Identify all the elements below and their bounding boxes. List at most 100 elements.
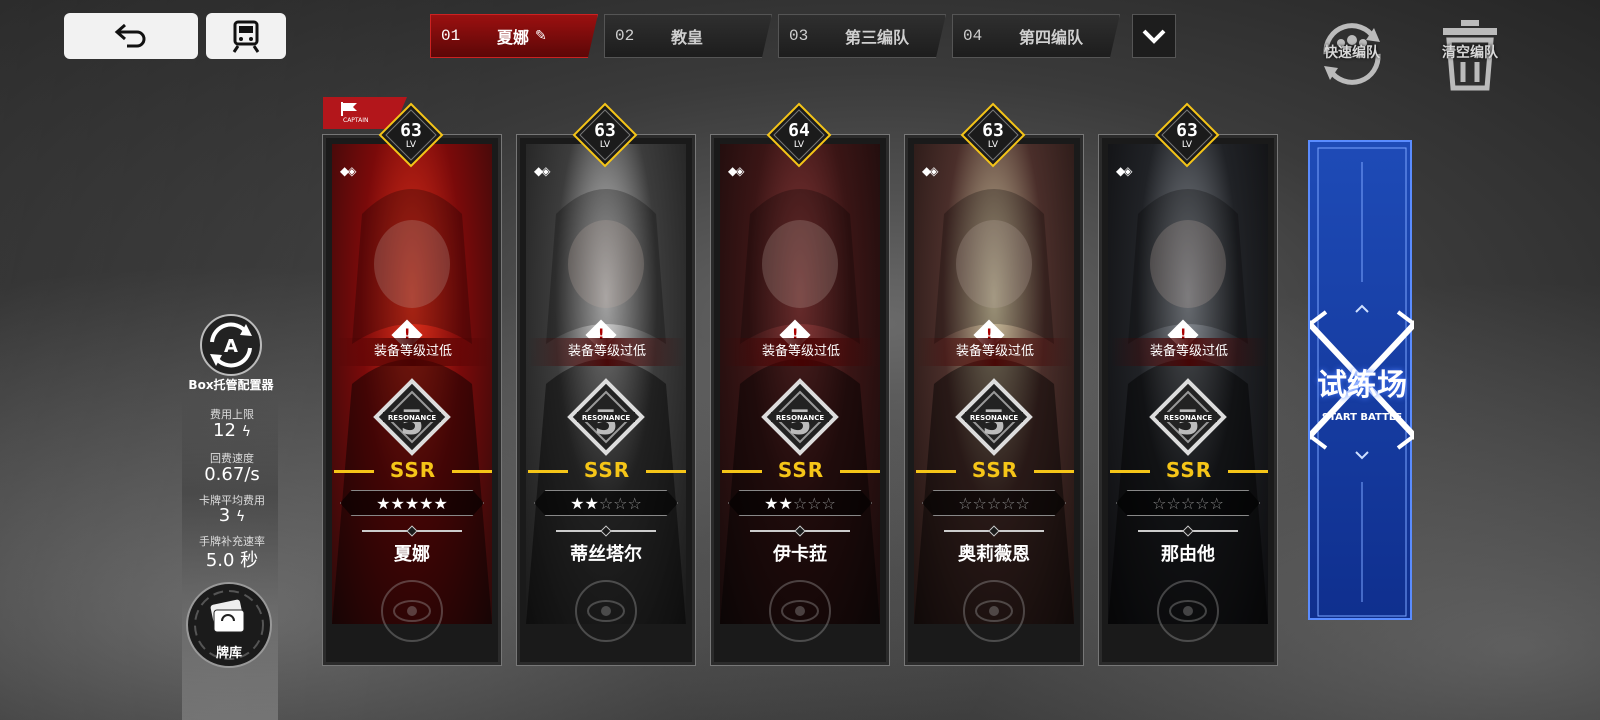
resonance-label: RESONANCE	[1164, 414, 1212, 422]
star-filled-icon: ★	[778, 493, 793, 513]
resonance-diamond-icon: 5 RESONANCE	[955, 378, 1033, 456]
star-filled-icon: ★	[584, 493, 599, 513]
rarity-line	[646, 470, 686, 473]
rarity-line	[722, 470, 762, 473]
start-battle-button[interactable]: 试练场 START BATTLE	[1308, 140, 1414, 620]
star-rating: ★ ★ ☆ ☆ ☆	[728, 490, 872, 516]
star-empty-icon: ☆	[1195, 493, 1210, 513]
element-dots-icon: ◆◈	[340, 164, 357, 178]
flag-icon	[341, 102, 357, 116]
star-filled-icon: ★	[764, 493, 779, 513]
level-value: 64	[788, 120, 810, 141]
box-config-label: Box托管配置器	[188, 378, 274, 392]
element-dots-icon: ◆◈	[534, 164, 551, 178]
character-card[interactable]: ◆◈ 63 LV ! 装备等级过低 5 RESONANCE	[322, 102, 502, 666]
star-filled-icon: ★	[376, 493, 391, 513]
level-value: 63	[982, 120, 1004, 141]
warning-banner: 装备等级过低	[528, 338, 686, 366]
resonance-badge: 5 RESONANCE	[1149, 378, 1227, 456]
rarity-label: SSR	[916, 458, 1074, 482]
deck-label: 牌库	[215, 646, 242, 661]
quick-team-label: 快速编队	[1324, 45, 1380, 61]
warning-text: 装备等级过低	[567, 344, 646, 359]
star-filled-icon: ★	[419, 493, 434, 513]
tab-team-01[interactable]: 01 夏娜 ✎	[430, 14, 598, 58]
character-name: 伊卡菈	[773, 544, 827, 565]
name-divider	[556, 530, 656, 532]
clear-team-button[interactable]: 清空编队	[1430, 14, 1510, 94]
rarity-text: SSR	[1165, 458, 1213, 482]
star-empty-icon: ☆	[972, 493, 987, 513]
level-badge: 64 LV	[766, 102, 832, 168]
level-unit: LV	[1181, 140, 1193, 150]
character-card[interactable]: ◆◈ 63 LV ! 装备等级过低 5 RESONANCE	[1098, 102, 1278, 666]
element-dots-icon: ◆◈	[728, 164, 745, 178]
resonance-label: RESONANCE	[776, 414, 824, 422]
level-unit: LV	[987, 140, 999, 150]
character-card[interactable]: ◆◈ 63 LV ! 装备等级过低 5 RESONANCE	[904, 102, 1084, 666]
refill-value: 5.0 秒	[205, 550, 259, 571]
name-divider	[944, 530, 1044, 532]
level-badge: 63 LV	[960, 102, 1026, 168]
box-config-button[interactable]: A	[192, 312, 270, 378]
regen-value: 0.67/s	[204, 464, 260, 485]
faction-emblem-icon	[963, 580, 1025, 642]
rarity-label: SSR	[722, 458, 880, 482]
rarity-text: SSR	[777, 458, 825, 482]
rarity-line	[840, 470, 880, 473]
resonance-label: RESONANCE	[970, 414, 1018, 422]
tab-team-03[interactable]: 03 第三编队	[778, 14, 946, 58]
pencil-icon[interactable]: ✎	[535, 28, 547, 44]
avg-cost-number: 3	[218, 505, 231, 526]
resonance-badge: 5 RESONANCE	[567, 378, 645, 456]
level-value: 63	[400, 120, 422, 141]
warning-text: 装备等级过低	[955, 344, 1034, 359]
battle-subtitle: START BATTLE	[1321, 412, 1403, 423]
element-dots-icon: ◆◈	[1116, 164, 1133, 178]
svg-text:5: 5	[594, 403, 618, 443]
element-dots-icon: ◆◈	[922, 164, 939, 178]
level-badge: 63 LV	[378, 102, 444, 168]
star-empty-icon: ☆	[1152, 493, 1167, 513]
resonance-badge: 5 RESONANCE	[761, 378, 839, 456]
character-card[interactable]: ◆◈ 64 LV ! 装备等级过低 5 RESONANCE SSR ★ ★ ☆ …	[710, 102, 890, 666]
faction-emblem-icon	[381, 580, 443, 642]
character-name: 那由他	[1161, 544, 1215, 565]
level-badge: 63 LV	[572, 102, 638, 168]
faction-emblem-icon	[1157, 580, 1219, 642]
lightning-icon: ϟ	[241, 424, 251, 440]
auto-cycle-icon: A	[200, 314, 262, 376]
resonance-badge: 5 RESONANCE	[373, 378, 451, 456]
star-empty-icon: ☆	[1015, 493, 1030, 513]
warning-banner: 装备等级过低	[334, 338, 492, 366]
tab-team-02[interactable]: 02 教皇	[604, 14, 772, 58]
captain-label: CAPTAIN	[343, 117, 369, 124]
rarity-line	[528, 470, 568, 473]
tab-name: 教皇	[671, 28, 704, 47]
tab-team-04[interactable]: 04 第四编队	[952, 14, 1120, 58]
star-filled-icon: ★	[433, 493, 448, 513]
resonance-diamond-icon: 5 RESONANCE	[567, 378, 645, 456]
rarity-label: SSR	[1110, 458, 1268, 482]
svg-text:5: 5	[982, 403, 1006, 443]
team-dropdown-button[interactable]	[1132, 14, 1176, 58]
svg-text:5: 5	[1176, 403, 1200, 443]
resonance-diamond-icon: 5 RESONANCE	[373, 378, 451, 456]
back-button[interactable]	[64, 13, 198, 59]
name-divider	[1138, 530, 1238, 532]
star-rating: ★ ★ ☆ ☆ ☆	[534, 490, 678, 516]
home-button[interactable]	[206, 13, 286, 59]
name-divider	[362, 530, 462, 532]
undo-arrow-icon	[114, 23, 146, 48]
star-empty-icon: ☆	[1209, 493, 1224, 513]
level-unit: LV	[793, 140, 805, 150]
level-value: 63	[1176, 120, 1198, 141]
star-empty-icon: ☆	[986, 493, 1002, 513]
character-name: 奥莉薇恩	[958, 544, 1030, 565]
rarity-line	[916, 470, 956, 473]
rarity-text: SSR	[389, 458, 437, 482]
quick-team-button[interactable]: 快速编队	[1312, 14, 1392, 94]
character-card[interactable]: ◆◈ 63 LV ! 装备等级过低 5 RESONANCE	[516, 102, 696, 666]
star-empty-icon: ☆	[821, 493, 836, 513]
star-empty-icon: ☆	[598, 493, 614, 513]
